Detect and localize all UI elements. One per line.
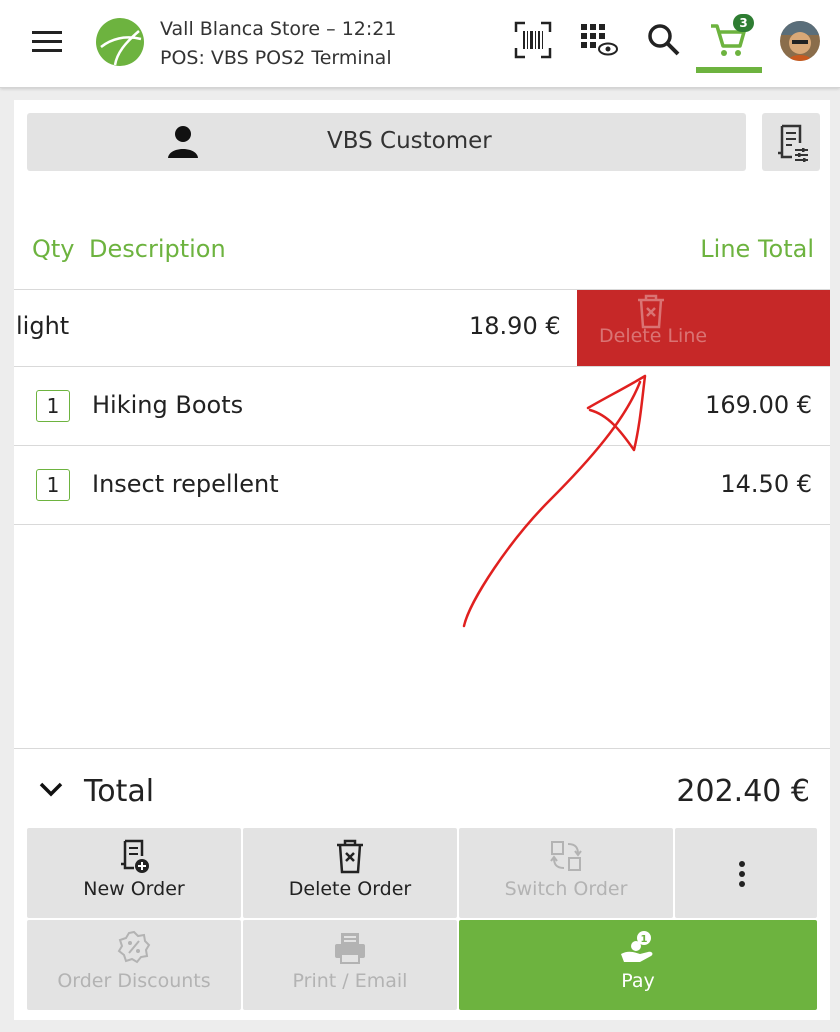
search-icon[interactable]	[644, 20, 684, 60]
column-qty: Qty	[32, 235, 75, 263]
chevron-down-icon[interactable]	[38, 780, 64, 798]
order-discounts-button[interactable]: Order Discounts	[27, 920, 241, 1010]
more-options-button[interactable]	[675, 828, 817, 918]
ticket-panel: VBS Customer Qty Description Line Total …	[14, 100, 830, 1020]
new-order-label: New Order	[83, 878, 185, 900]
svg-text:1: 1	[641, 934, 648, 945]
store-logo	[96, 18, 144, 66]
more-vert-icon	[739, 861, 745, 887]
column-description: Description	[89, 235, 226, 263]
totals-divider	[14, 748, 830, 749]
new-order-icon	[121, 839, 149, 873]
total-value: 202.40 €	[676, 774, 810, 809]
customer-name: VBS Customer	[327, 128, 492, 154]
app-header: Vall Blanca Store – 12:21 POS: VBS POS2 …	[0, 0, 840, 88]
pay-label: Pay	[621, 970, 655, 992]
order-line[interactable]: 1 Hiking Boots 169.00 €	[14, 366, 830, 444]
store-name-time: Vall Blanca Store – 12:21	[160, 18, 397, 40]
cart-active-indicator	[696, 67, 762, 73]
barcode-scan-icon[interactable]	[513, 20, 553, 60]
print-email-label: Print / Email	[292, 970, 408, 992]
store-info: Vall Blanca Store – 12:21 POS: VBS POS2 …	[160, 15, 396, 73]
switch-order-button[interactable]: Switch Order	[459, 828, 673, 918]
switch-order-icon	[550, 841, 582, 871]
delete-order-label: Delete Order	[288, 878, 412, 900]
switch-order-label: Switch Order	[504, 878, 628, 900]
qty-badge[interactable]: 1	[36, 469, 70, 501]
delete-line-label: Delete Line	[599, 325, 708, 347]
trash-icon	[337, 839, 363, 874]
avatar[interactable]	[780, 21, 820, 61]
trash-icon	[638, 294, 664, 329]
total-label: Total	[84, 774, 155, 809]
total-row[interactable]: Total 202.40 €	[14, 760, 830, 820]
line-total: 169.00 €	[705, 391, 812, 419]
menu-icon[interactable]	[30, 28, 64, 56]
column-line-total: Line Total	[700, 235, 814, 263]
qty-badge[interactable]: 1	[36, 390, 70, 422]
receipt-settings-icon	[778, 124, 808, 162]
user-icon	[168, 126, 198, 158]
line-total: 14.50 €	[720, 470, 812, 498]
discount-icon	[117, 930, 151, 964]
print-icon	[335, 933, 365, 964]
terminal-name: POS: VBS POS2 Terminal	[160, 47, 392, 69]
list-end-divider	[14, 524, 830, 525]
pay-button[interactable]: 1 Pay	[459, 920, 817, 1010]
order-line-swiped[interactable]: light 18.90 € Delete Line	[14, 289, 830, 367]
new-order-button[interactable]: New Order	[27, 828, 241, 918]
customer-button[interactable]: VBS Customer	[27, 113, 746, 171]
ticket-properties-button[interactable]	[762, 113, 820, 171]
line-name: Hiking Boots	[92, 391, 244, 419]
order-discounts-label: Order Discounts	[57, 970, 211, 992]
print-email-button[interactable]: Print / Email	[243, 920, 457, 1010]
line-name: light	[16, 312, 70, 340]
keypad-view-icon[interactable]	[578, 20, 618, 60]
line-name: Insect repellent	[92, 470, 279, 498]
cart-count-badge: 3	[733, 14, 754, 32]
pay-icon: 1	[621, 931, 653, 962]
delete-line-button[interactable]: Delete Line	[577, 290, 830, 367]
order-line[interactable]: 1 Insect repellent 14.50 €	[14, 445, 830, 523]
line-total: 18.90 €	[469, 312, 561, 340]
delete-order-button[interactable]: Delete Order	[243, 828, 457, 918]
